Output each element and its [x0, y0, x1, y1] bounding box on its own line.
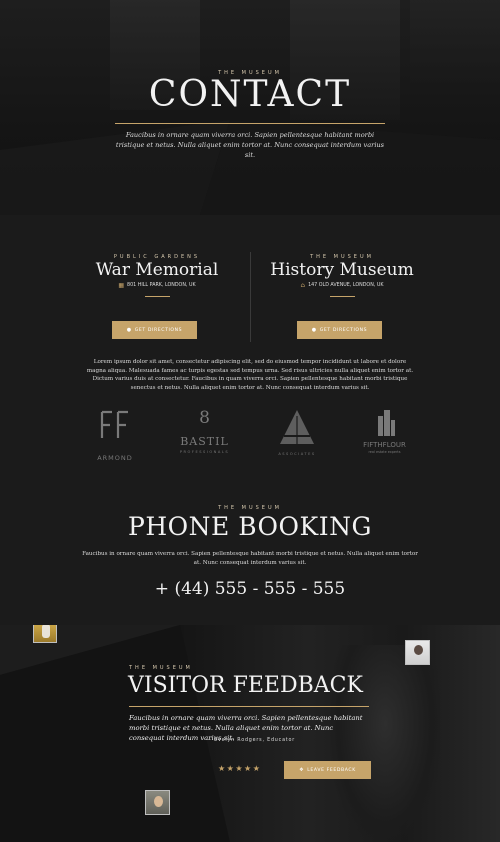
feedback-author: — Evelyn Rodgers, Educator: [206, 738, 295, 743]
page-title: CONTACT: [148, 74, 352, 115]
intro-paragraph: Lorem ipsum dolor sit amet, consectetur …: [86, 359, 414, 391]
logo-name: ARMOND: [97, 454, 133, 462]
hero-description: Faucibus in ornare quam viverra orci. Sa…: [115, 131, 385, 159]
visitor-avatar[interactable]: [145, 790, 170, 815]
leave-feedback-button[interactable]: ❖ LEAVE FEEDBACK: [284, 761, 371, 779]
logo-bastil: 8 BASTIL PROFESSIONALS: [177, 406, 232, 460]
partner-logos: ARMOND 8 BASTIL PROFESSIONALS ASSOCIATES…: [0, 404, 500, 464]
phone-number[interactable]: + (44) 555 - 555 - 555: [0, 579, 500, 599]
location-address-row: ⌂ 147 OLD AVENUE, LONDON, UK: [242, 282, 442, 289]
logo-name: FIFTHFLOUR: [363, 441, 406, 449]
location-address-row: ▦ 801 HILL PARK, LONDON, UK: [57, 282, 257, 289]
locations-section: PUBLIC GARDENS War Memorial ▦ 801 HILL P…: [0, 215, 500, 350]
get-directions-button[interactable]: ● GET DIRECTIONS: [112, 321, 197, 339]
location-pin-icon: ●: [311, 327, 317, 333]
phone-description: Faucibus in ornare quam viverra orci. Sa…: [82, 551, 418, 566]
logo-sub: real estate experts: [368, 450, 401, 454]
phone-title: PHONE BOOKING: [128, 512, 372, 541]
location-address: 147 OLD AVENUE, LONDON, UK: [308, 283, 384, 288]
visitor-avatar[interactable]: [33, 625, 57, 643]
get-directions-button[interactable]: ● GET DIRECTIONS: [297, 321, 382, 339]
hero-section: THE MUSEUM CONTACT Faucibus in ornare qu…: [0, 0, 500, 215]
location-address: 801 HILL PARK, LONDON, UK: [127, 283, 196, 288]
map-icon: ▦: [118, 282, 125, 289]
fifthflour-logo-icon: [378, 410, 395, 436]
logo-sub: PROFESSIONALS: [179, 450, 230, 454]
hero-divider: [115, 123, 385, 124]
leaf-icon: ❖: [299, 767, 305, 773]
bastil-logo-icon: 8: [199, 408, 210, 428]
phone-eyebrow: THE MUSEUM: [218, 505, 282, 511]
feedback-eyebrow: THE MUSEUM: [129, 665, 193, 671]
visitor-avatar[interactable]: [405, 640, 430, 665]
location-divider: [145, 296, 170, 297]
location-pin-icon: ●: [126, 327, 132, 333]
associates-logo-icon: [280, 410, 314, 444]
home-icon: ⌂: [300, 282, 306, 289]
location-name: History Museum: [270, 260, 414, 280]
logo-fifthflour: FIFTHFLOUR real estate experts: [357, 408, 412, 458]
rating-stars: ★★★★★: [218, 764, 262, 773]
location-name: War Memorial: [95, 260, 219, 280]
logo-sub: ASSOCIATES: [278, 452, 316, 456]
logo-associates: ASSOCIATES: [272, 408, 322, 458]
logo-name: BASTIL: [180, 435, 229, 448]
feedback-divider: [129, 706, 369, 707]
svg-text:8: 8: [199, 408, 210, 428]
feedback-title: VISITOR FEEDBACK: [128, 673, 363, 698]
feedback-section: THE MUSEUM VISITOR FEEDBACK Faucibus in …: [0, 625, 500, 842]
location-divider: [330, 296, 355, 297]
logo-armond: ARMOND: [90, 408, 140, 462]
armond-logo-icon: [100, 410, 128, 438]
